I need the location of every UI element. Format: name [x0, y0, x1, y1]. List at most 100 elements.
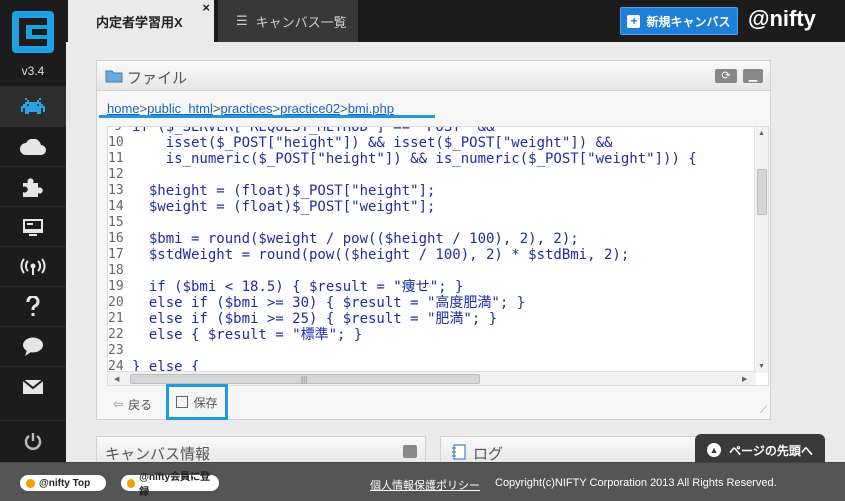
code-text: is_numeric($_POST["height"]) && is_numer…	[132, 151, 697, 167]
code-line: 12	[108, 167, 756, 183]
line-number: 12	[108, 167, 124, 182]
code-line: 10 isset($_POST["height"]) && isset($_PO…	[108, 135, 756, 151]
sidebar-item-help[interactable]	[0, 286, 66, 326]
line-number: 17	[108, 247, 124, 262]
back-arrow-icon: ⇦	[113, 397, 124, 411]
sidebar-item-cloud[interactable]	[0, 126, 66, 166]
save-icon	[176, 396, 189, 408]
breadcrumb-file[interactable]: bmi.php	[348, 101, 394, 116]
nifty-register-label: @nifty会員に登録	[139, 472, 211, 498]
mail-icon	[22, 378, 44, 394]
top-bar: 内定者学習用X × ☰ キャンバス一覧 + 新規キャンバス @nifty	[66, 0, 845, 42]
chat-icon	[23, 337, 43, 356]
line-number: 21	[108, 311, 124, 326]
save-label: 保存	[193, 395, 218, 410]
sidebar-item-puzzle[interactable]	[0, 166, 66, 206]
line-number: 10	[108, 135, 124, 150]
power-icon	[24, 432, 42, 450]
canvas-info-title: キャンバス情報	[105, 446, 211, 463]
privacy-policy-link[interactable]: 個人情報保護ポリシー	[370, 477, 480, 493]
sidebar-item-chat[interactable]	[0, 326, 66, 366]
sidebar-item-invader[interactable]	[0, 86, 66, 126]
notebook-icon	[452, 444, 466, 460]
breadcrumb-practice02[interactable]: practice02	[280, 101, 340, 116]
breadcrumb-home[interactable]: home	[107, 101, 140, 116]
save-button[interactable]: 保存	[166, 384, 228, 420]
resize-grip-icon[interactable]: ⟋	[760, 405, 767, 416]
app-logo[interactable]	[12, 11, 54, 53]
breadcrumb-practices[interactable]: practices	[220, 101, 272, 116]
code-text: else if ($bmi >= 30) { $result = "高度肥満";…	[132, 295, 526, 311]
code-line: 16 $bmi = round($weight / pow(($height /…	[108, 231, 756, 247]
scroll-left-icon[interactable]: ◀	[114, 375, 119, 383]
code-text: else { $result = "標準"; }	[132, 327, 363, 343]
code-line: 19 if ($bmi < 18.5) { $result = "痩せ"; }	[108, 279, 756, 295]
brand-logo[interactable]: @nifty	[748, 6, 816, 32]
copyright-text: Copyright(c)NIFTY Corporation 2013 All R…	[495, 477, 777, 489]
sidebar: v3.4	[0, 0, 66, 462]
code-text: $stdWeight = round(pow(($height / 100), …	[132, 247, 630, 263]
file-panel-header: ファイル ⟳ ▁	[97, 61, 770, 91]
breadcrumb-separator: >	[139, 101, 148, 116]
sidebar-item-broadcast[interactable]	[0, 246, 66, 286]
minimize-icon: ▁	[748, 69, 758, 82]
refresh-button[interactable]: ⟳	[715, 69, 737, 83]
code-editor[interactable]: 9 if ($_SERVER["REQUEST_METHOD"] == "POST…	[107, 126, 769, 386]
plus-icon: +	[627, 14, 641, 28]
scroll-down-icon[interactable]: ▼	[758, 363, 765, 370]
sidebar-item-mail[interactable]	[0, 366, 66, 406]
minimize-button[interactable]: ▁	[743, 69, 763, 83]
tab-active-canvas[interactable]: 内定者学習用X ×	[68, 0, 214, 42]
code-line: 20 else if ($bmi >= 30) { $result = "高度肥…	[108, 295, 756, 311]
cloud-icon	[20, 138, 46, 155]
code-line: 22 else { $result = "標準"; }	[108, 327, 756, 343]
line-number: 9	[114, 126, 122, 134]
code-line: 21 else if ($bmi >= 25) { $result = "肥満"…	[108, 311, 756, 327]
minimize-button[interactable]	[403, 445, 417, 458]
vertical-scroll-thumb[interactable]	[757, 169, 767, 215]
file-panel: ファイル ⟳ ▁ home>public_html>practices>prac…	[96, 60, 771, 420]
line-number: 14	[108, 199, 124, 214]
breadcrumb-separator: >	[272, 101, 281, 116]
close-icon[interactable]: ×	[202, 1, 210, 14]
line-number: 13	[108, 183, 124, 198]
nifty-top-link[interactable]: @nifty Top	[20, 475, 106, 491]
log-title: ログ	[473, 446, 504, 463]
page-top-label: ページの先頭へ	[729, 443, 813, 458]
code-text: if ($bmi < 18.5) { $result = "痩せ"; }	[132, 279, 464, 295]
code-line: 23	[108, 343, 756, 359]
line-number: 15	[108, 215, 124, 230]
code-line: 18	[108, 263, 756, 279]
tab-canvas-list[interactable]: ☰ キャンバス一覧	[218, 0, 358, 42]
question-icon	[26, 295, 40, 316]
line-number: 20	[108, 295, 124, 310]
invader-icon	[21, 97, 45, 114]
breadcrumb-underline	[99, 115, 435, 118]
sidebar-item-power[interactable]	[0, 420, 66, 460]
code-text: $weight = (float)$_POST["weight"];	[132, 199, 436, 215]
back-button[interactable]: ⇦ 戻る	[107, 390, 158, 418]
puzzle-icon	[23, 177, 43, 197]
breadcrumb-public-html[interactable]: public_html	[147, 101, 213, 116]
scroll-right-icon[interactable]: ▶	[742, 375, 747, 383]
footer: @nifty Top @nifty会員に登録 個人情報保護ポリシー Copyri…	[0, 462, 845, 501]
nifty-register-link[interactable]: @nifty会員に登録	[121, 472, 219, 498]
breadcrumb-separator: >	[340, 101, 348, 116]
nifty-top-label: @nifty Top	[39, 477, 91, 489]
new-canvas-label: 新規キャンバス	[646, 14, 731, 29]
vertical-scrollbar[interactable]: ▲ ▼	[754, 127, 768, 373]
broadcast-icon	[20, 257, 46, 275]
code-text: else if ($bmi >= 25) { $result = "肥満"; }	[132, 311, 498, 327]
sidebar-item-display[interactable]	[0, 206, 66, 246]
code-text: $height = (float)$_POST["height"];	[132, 183, 436, 199]
back-label: 戻る	[128, 397, 153, 412]
code-lines: 9 if ($_SERVER["REQUEST_METHOD"] == "POST…	[108, 126, 756, 385]
horizontal-scroll-thumb[interactable]: |||	[130, 374, 480, 384]
line-number: 18	[108, 263, 124, 278]
file-panel-title: ファイル	[127, 70, 188, 87]
new-canvas-button[interactable]: + 新規キャンバス	[620, 7, 738, 35]
horizontal-scrollbar[interactable]: ◀ ||| ▶	[108, 371, 756, 385]
code-line: 14 $weight = (float)$_POST["weight"];	[108, 199, 756, 215]
scroll-up-icon[interactable]: ▲	[758, 130, 765, 137]
code-line: 13 $height = (float)$_POST["height"];	[108, 183, 756, 199]
